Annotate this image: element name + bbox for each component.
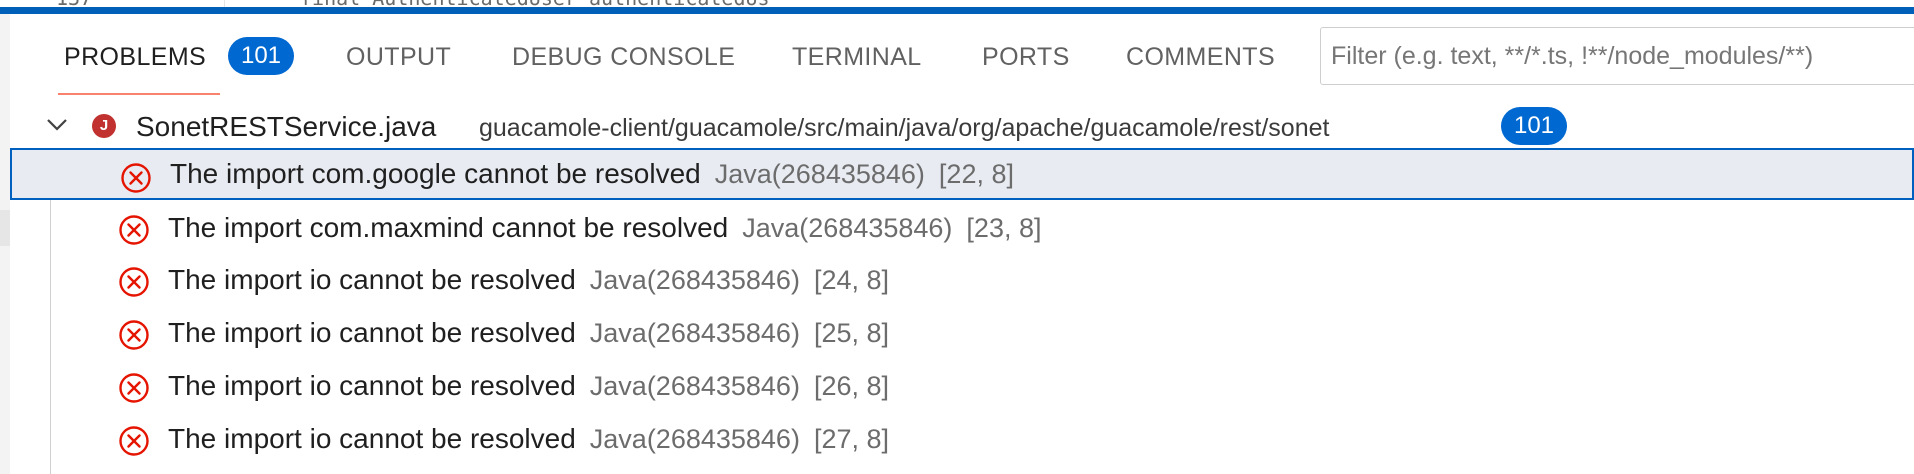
file-group-row[interactable]: J SonetRESTService.java guacamole-client… <box>0 103 1914 147</box>
tab-ports[interactable]: PORTS <box>982 43 1070 72</box>
problem-row[interactable]: The import io cannot be resolved Java(268… <box>10 360 1914 412</box>
file-name: SonetRESTService.java <box>136 111 437 142</box>
tab-output[interactable]: OUTPUT <box>346 43 451 72</box>
problem-position: [23, 8] <box>966 213 1042 243</box>
problem-message: The import io cannot be resolved Java(268… <box>168 370 889 402</box>
problem-source: Java(268435846) <box>589 424 800 454</box>
problems-count-badge: 101 <box>228 37 294 75</box>
problems-panel-window: 137 final AuthenticatedUser authenticate… <box>0 0 1914 474</box>
active-tab-indicator <box>58 93 220 95</box>
error-circle-icon <box>119 215 149 245</box>
problem-text: The import io cannot be resolved <box>168 264 576 295</box>
problem-message: The import io cannot be resolved Java(268… <box>168 423 889 455</box>
problem-text: The import io cannot be resolved <box>168 317 576 348</box>
file-problem-count-badge: 101 <box>1501 107 1567 145</box>
problem-message: The import com.maxmind cannot be resolve… <box>168 212 1041 244</box>
problem-text: The import com.google cannot be resolved <box>170 158 701 189</box>
error-circle-icon <box>119 373 149 403</box>
error-circle-icon <box>121 163 151 193</box>
problem-message: The import com.google cannot be resolved… <box>170 158 1014 190</box>
problem-position: [22, 8] <box>938 159 1014 189</box>
problem-position: [27, 8] <box>813 424 890 454</box>
problem-position: [24, 8] <box>813 265 890 295</box>
tab-debug-console[interactable]: DEBUG CONSOLE <box>512 43 735 72</box>
problem-text: The import com.maxmind cannot be resolve… <box>168 212 729 243</box>
filter-input[interactable]: Filter (e.g. text, **/*.ts, !**/node_mod… <box>1320 27 1914 85</box>
problem-row[interactable]: The import com.google cannot be resolved… <box>10 148 1914 200</box>
problems-tree: J SonetRESTService.java guacamole-client… <box>0 96 1914 474</box>
problem-text: The import io cannot be resolved <box>168 370 576 401</box>
tab-problems[interactable]: PROBLEMS <box>64 43 206 72</box>
problem-row[interactable]: The import io cannot be resolved Java(268… <box>10 413 1914 465</box>
error-circle-icon <box>119 267 149 297</box>
problem-source: Java(268435846) <box>714 159 925 189</box>
problem-text: The import io cannot be resolved <box>168 423 576 454</box>
error-circle-icon <box>119 320 149 350</box>
panel-top-border <box>0 7 1914 14</box>
problem-position: [26, 8] <box>813 371 890 401</box>
chevron-down-icon[interactable] <box>44 111 70 137</box>
panel-tab-bar: PROBLEMS 101 OUTPUT DEBUG CONSOLE TERMIN… <box>10 14 1914 96</box>
java-file-icon: J <box>92 114 116 138</box>
problem-row[interactable]: The import io cannot be resolved Java(268… <box>10 307 1914 359</box>
tab-comments[interactable]: COMMENTS <box>1126 43 1275 72</box>
file-path: guacamole-client/guacamole/src/main/java… <box>479 114 1330 142</box>
problem-row[interactable]: The import io cannot be resolved Java(268… <box>10 254 1914 306</box>
problem-source: Java(268435846) <box>589 265 800 295</box>
problem-source: Java(268435846) <box>742 213 953 243</box>
problem-message: The import io cannot be resolved Java(268… <box>168 264 889 296</box>
problem-position: [25, 8] <box>813 318 890 348</box>
problem-message: The import io cannot be resolved Java(268… <box>168 317 889 349</box>
problem-row[interactable]: The import com.maxmind cannot be resolve… <box>10 202 1914 254</box>
error-circle-icon <box>119 426 149 456</box>
problem-source: Java(268435846) <box>589 318 800 348</box>
tab-terminal[interactable]: TERMINAL <box>792 43 922 72</box>
problem-source: Java(268435846) <box>589 371 800 401</box>
